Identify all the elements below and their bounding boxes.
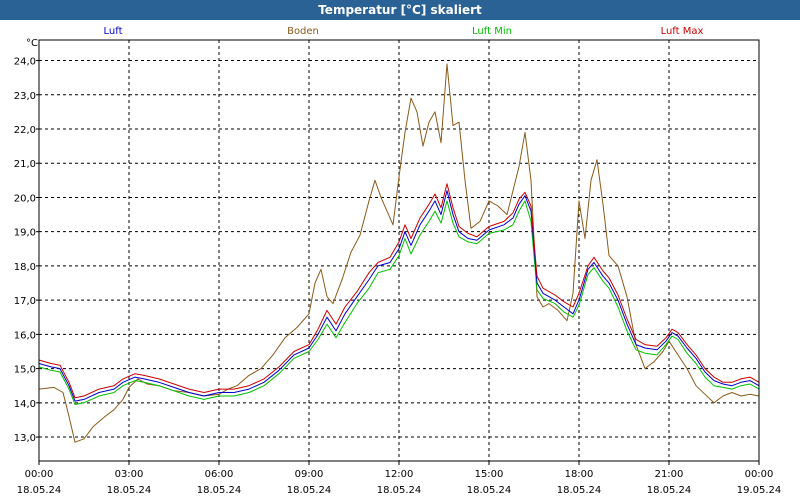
x-tick-time-label: 15:00 (475, 469, 504, 480)
y-tick-label: 17,0 (14, 296, 36, 307)
legend-entry: Luft (104, 26, 123, 37)
y-axis-unit: °C (26, 38, 38, 49)
x-tick-time-label: 12:00 (385, 469, 414, 480)
temperature-chart: 13,0 14,0 15,0 16,0 17,0 18,0 19,0 20,0 21,0 22,0… (14, 26, 782, 496)
x-tick-time-label: 09:00 (295, 469, 324, 480)
y-tick-label: 20,0 (14, 193, 36, 204)
chart-title: Temperatur [°C] skaliert (0, 0, 800, 20)
y-tick-label: 24,0 (14, 57, 36, 68)
x-tick-time-label: 03:00 (115, 469, 144, 480)
x-tick-date-label: 18.05.24 (197, 485, 242, 496)
y-tick-label: 21,0 (14, 159, 36, 170)
y-tick-label: 14,0 (14, 399, 36, 410)
x-tick-time-label: 00:00 (25, 469, 54, 480)
legend-entry: Luft Min (472, 26, 512, 37)
y-tick-label: 13,0 (14, 433, 36, 444)
x-tick-date-label: 18.05.24 (467, 485, 512, 496)
legend-entry: Boden (287, 26, 319, 37)
x-tick-date-label: 18.05.24 (377, 485, 422, 496)
x-tick-date-label: 18.05.24 (107, 485, 152, 496)
y-tick-label: 19,0 (14, 228, 36, 239)
y-tick-label: 23,0 (14, 91, 36, 102)
grid (39, 40, 759, 461)
x-tick-date-label: 18.05.24 (17, 485, 62, 496)
y-tick-label: 22,0 (14, 125, 36, 136)
y-tick-label: 15,0 (14, 365, 36, 376)
x-tick-time-label: 00:00 (745, 469, 774, 480)
legend-entry: Luft Max (661, 26, 704, 37)
x-tick-date-label: 19.05.24 (737, 485, 782, 496)
x-tick-time-label: 18:00 (565, 469, 594, 480)
x-tick-time-label: 06:00 (205, 469, 234, 480)
x-tick-time-label: 21:00 (655, 469, 684, 480)
y-tick-label: 18,0 (14, 262, 36, 273)
x-tick-date-label: 18.05.24 (647, 485, 692, 496)
y-tick-label: 16,0 (14, 330, 36, 341)
x-tick-date-label: 18.05.24 (287, 485, 332, 496)
chart-window: Temperatur [°C] skaliert 13,0 14,0 15,0 16,… (0, 0, 800, 500)
x-tick-date-label: 18.05.24 (557, 485, 602, 496)
y-axis: 13,0 14,0 15,0 16,0 17,0 18,0 19,0 20,0 21,0 22,0… (14, 38, 39, 444)
x-axis: 00:00 18.05.24 03:00 18.05.24 06:00 18.05.24 0… (17, 461, 782, 496)
legend: Luft Boden Luft Min Luft Max (104, 26, 704, 37)
